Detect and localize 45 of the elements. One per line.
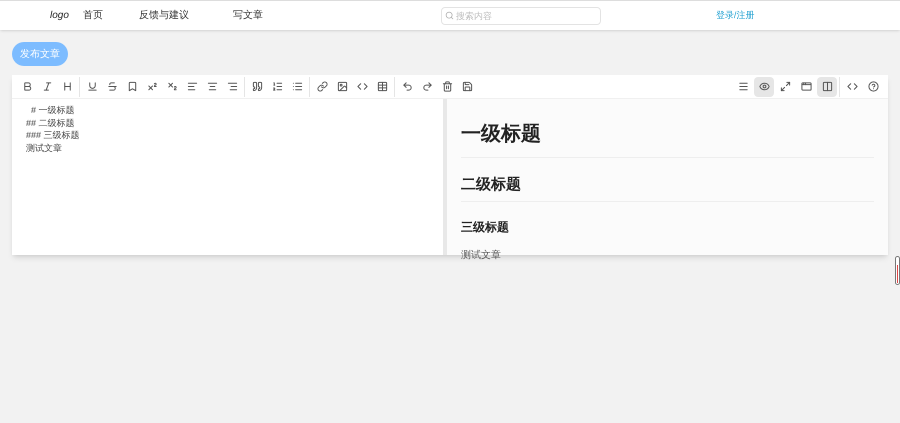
preview-paragraph: 测试文章 [461,248,502,262]
superscript-icon [146,81,158,92]
source-line: ### 三级标题 [26,129,80,142]
underline-icon [86,81,98,92]
preview-heading: 二级标题 [461,174,874,202]
redo-icon [422,81,432,92]
subscript-icon [166,81,178,92]
source-line: ## 二级标题 [26,116,75,129]
heading-icon [62,81,72,92]
search-field[interactable]: 搜索内容 [440,6,601,24]
strikethrough-icon [106,81,118,92]
code-icon [846,81,858,92]
source-line: # 一级标题 [30,104,75,116]
align-right-icon [226,81,238,92]
columns-icon [822,81,832,92]
menu-icon [738,81,748,92]
eye-icon [758,81,770,92]
bookmark-icon [126,81,138,92]
code-icon [356,81,368,92]
quote-icon [252,81,262,92]
scroll-indicator [895,256,900,285]
align-center-icon [206,81,218,92]
logo: logo [50,9,69,23]
align-left-icon [186,81,198,92]
preview-heading: 一级标题 [461,119,874,158]
preview-heading: 三级标题 [461,218,510,236]
image-icon [336,81,348,92]
help-icon [868,81,878,92]
italic-icon [42,81,52,92]
nav-link[interactable]: 反馈与建议 [138,8,189,23]
bold-icon [22,81,32,92]
window-icon [800,81,812,92]
ordered-list-icon [272,81,282,92]
nav-link[interactable]: 写文章 [232,8,263,23]
table-icon [376,81,388,92]
eye-button[interactable] [754,76,774,96]
source-line: 测试文章 [26,142,62,154]
link-icon [316,81,328,92]
undo-icon [402,81,412,92]
columns-button[interactable] [817,76,837,96]
search-icon [444,11,454,20]
nav-link[interactable]: 首页 [82,8,103,23]
save-icon [462,81,472,92]
expand-icon [780,81,790,92]
trash-icon [442,81,452,92]
